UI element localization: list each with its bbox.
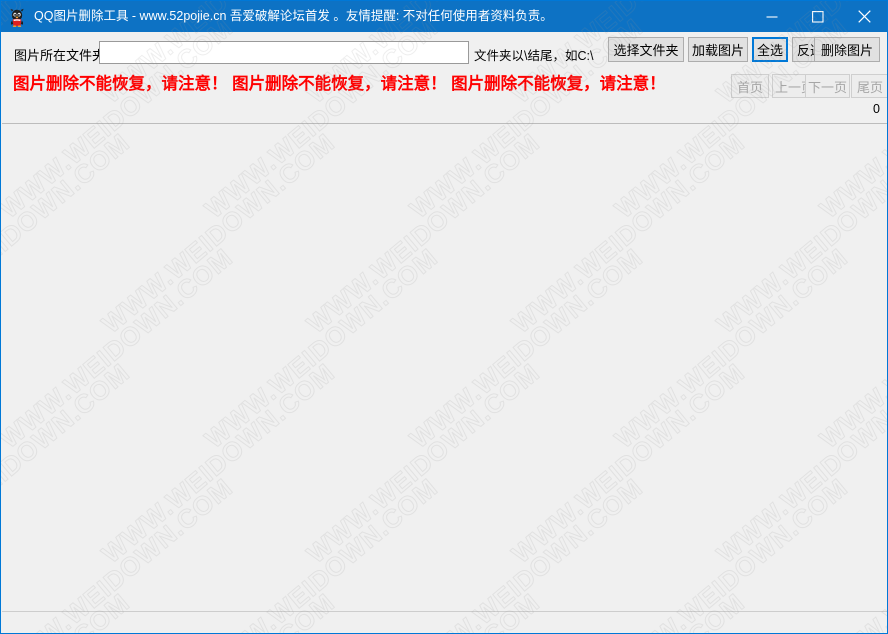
- window-controls: [749, 1, 887, 32]
- qq-penguin-icon: [7, 7, 27, 27]
- delete-warning-text: 图片删除不能恢复，请注意！ 图片删除不能恢复，请注意！ 图片删除不能恢复，请注意…: [13, 75, 666, 93]
- folder-path-input[interactable]: [99, 41, 469, 64]
- first-page-button[interactable]: 首页: [731, 74, 769, 98]
- close-icon[interactable]: [841, 1, 887, 32]
- image-list-pane[interactable]: [2, 124, 887, 611]
- content-footer: [2, 612, 887, 633]
- image-count-label: 0: [873, 102, 880, 116]
- choose-folder-button[interactable]: 选择文件夹: [608, 37, 684, 62]
- title-bar-left: QQ图片删除工具 - www.52pojie.cn 吾爱破解论坛首发 。友情提醒…: [1, 1, 749, 32]
- folder-label: 图片所在文件夹:: [14, 48, 109, 63]
- toolbar: 图片所在文件夹: 文件夹以\结尾，如C:\ 选择文件夹 加载图片 全选 反选 删…: [2, 32, 887, 124]
- last-page-button[interactable]: 尾页: [851, 74, 887, 98]
- title-bar[interactable]: QQ图片删除工具 - www.52pojie.cn 吾爱破解论坛首发 。友情提醒…: [1, 1, 887, 32]
- application-window: QQ图片删除工具 - www.52pojie.cn 吾爱破解论坛首发 。友情提醒…: [0, 0, 888, 634]
- minimize-icon[interactable]: [749, 1, 795, 32]
- next-page-button[interactable]: 下一页: [805, 74, 850, 98]
- select-all-button[interactable]: 全选: [752, 37, 788, 62]
- window-title: QQ图片删除工具 - www.52pojie.cn 吾爱破解论坛首发 。友情提醒…: [34, 9, 553, 23]
- maximize-icon[interactable]: [795, 1, 841, 32]
- delete-images-button[interactable]: 删除图片: [814, 37, 880, 62]
- folder-format-hint: 文件夹以\结尾，如C:\: [474, 49, 594, 63]
- load-images-button[interactable]: 加载图片: [688, 37, 748, 62]
